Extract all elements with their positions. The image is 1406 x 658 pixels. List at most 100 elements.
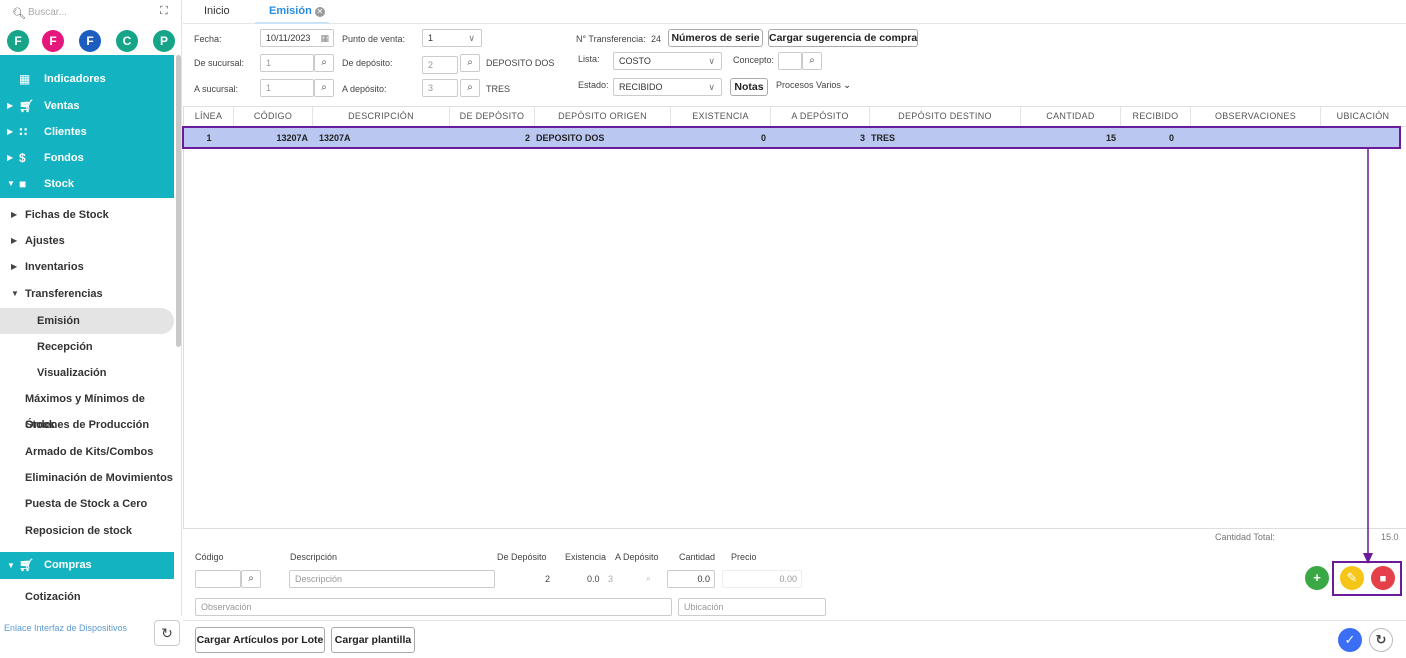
delete-item-button[interactable]: ■ (1371, 566, 1395, 590)
col-de-deposito[interactable]: DE DEPÓSITO (450, 107, 535, 126)
close-tab-icon[interactable]: ✕ (314, 7, 325, 17)
sidebar-item-armado[interactable]: Armado de Kits/Combos (0, 439, 174, 465)
tab-label: Emisión (269, 5, 312, 17)
sidebar-item-label: Stock (44, 178, 74, 190)
caret-right-icon: ▶ (7, 127, 14, 136)
favorite-f3[interactable]: F (79, 30, 101, 52)
search-concepto-button[interactable]: ⌕ (802, 52, 822, 70)
sidebar-item-label: Armado de Kits/Combos (25, 446, 154, 458)
sidebar-item-ordenes[interactable]: Órdenes de Producción (0, 412, 174, 438)
cantidad-total-label: Cantidad Total: (1215, 532, 1275, 542)
entry-codigo-label: Código (195, 552, 224, 562)
a-deposito-input[interactable]: 3 (422, 79, 458, 97)
sidebar-item-label: Transferencias (25, 288, 103, 300)
lista-select[interactable]: COSTO ∨ (613, 52, 722, 70)
search-de-sucursal-button[interactable]: ⌕ (314, 54, 334, 72)
nro-transferencia-value: 24 (651, 34, 662, 44)
sync-icon[interactable]: ↻ (154, 620, 180, 646)
punto-venta-select[interactable]: 1 ∨ (422, 29, 482, 47)
search-a-deposito-icon[interactable]: ⌕ (646, 573, 651, 584)
tab-emision[interactable]: Emisión ✕ (269, 5, 325, 17)
fecha-label: Fecha: (194, 34, 222, 44)
entry-ubicacion-input[interactable]: Ubicación (678, 598, 826, 616)
search-de-deposito-button[interactable]: ⌕ (460, 54, 480, 72)
entry-a-deposito-value[interactable]: 3 (608, 574, 613, 584)
sidebar-item-compras[interactable]: ▼ 🛒︎ Compras (0, 552, 174, 579)
col-ubicacion[interactable]: UBICACIÓN (1321, 107, 1405, 126)
col-linea[interactable]: LÍNEA (184, 107, 234, 126)
sidebar-item-indicadores[interactable]: ▦ Indicadores (0, 66, 174, 92)
concepto-input[interactable] (778, 52, 802, 70)
sidebar-item-ajustes[interactable]: ▶ Ajustes (0, 228, 174, 254)
cargar-lote-button[interactable]: Cargar Artículos por Lote (195, 627, 325, 653)
sidebar-item-transferencias[interactable]: ▼ Transferencias (0, 281, 174, 307)
cargar-plantilla-button[interactable]: Cargar plantilla (331, 627, 415, 653)
refresh-button[interactable]: ↻ (1369, 628, 1393, 652)
search-a-deposito-button[interactable]: ⌕ (460, 79, 480, 97)
device-interface-link[interactable]: Enlace Interfaz de Dispositivos (4, 623, 127, 633)
sidebar-item-puesta[interactable]: Puesta de Stock a Cero (0, 491, 174, 517)
confirm-button[interactable]: ✓ (1338, 628, 1362, 652)
tab-inicio[interactable]: Inicio (204, 5, 230, 17)
entry-codigo-input[interactable] (195, 570, 241, 588)
de-deposito-input[interactable]: 2 (422, 56, 458, 74)
edit-item-button[interactable]: ✎ (1340, 566, 1364, 590)
favorite-p[interactable]: P (153, 30, 175, 52)
estado-select[interactable]: RECIBIDO ∨ (613, 78, 722, 96)
entry-cantidad-input[interactable]: 0.0 (667, 570, 715, 588)
sidebar-item-visualizacion[interactable]: Visualización (0, 360, 174, 386)
users-icon: ∷ (19, 125, 28, 139)
col-descripcion[interactable]: DESCRIPCIÓN (313, 107, 450, 126)
col-recibido[interactable]: RECIBIDO (1121, 107, 1191, 126)
sidebar-item-fichas[interactable]: ▶ Fichas de Stock (0, 202, 174, 228)
col-deposito-origen[interactable]: DEPÓSITO ORIGEN (535, 107, 671, 126)
col-cantidad[interactable]: CANTIDAD (1021, 107, 1121, 126)
sidebar-item-reposicion[interactable]: Reposicion de stock (0, 518, 174, 544)
favorite-c[interactable]: C (116, 30, 138, 52)
entry-precio-label: Precio (731, 552, 757, 562)
fullscreen-icon[interactable]: ⛶ (160, 5, 168, 18)
search-a-sucursal-button[interactable]: ⌕ (314, 79, 334, 97)
a-sucursal-input[interactable]: 1 (260, 79, 314, 97)
sidebar-item-label: Fondos (44, 152, 84, 164)
cargar-sugerencia-button[interactable]: Cargar sugerencia de compra (768, 29, 918, 47)
col-codigo[interactable]: CÓDIGO (234, 107, 313, 126)
favorite-f1[interactable]: F (7, 30, 29, 52)
sidebar-item-maximos[interactable]: Máximos y Mínimos de Stock (0, 386, 174, 431)
sidebar-item-clientes[interactable]: ▶ ∷ Clientes (0, 119, 174, 145)
notas-button[interactable]: Notas (730, 78, 768, 96)
de-sucursal-input[interactable]: 1 (260, 54, 314, 72)
entry-de-deposito-label: De Depósito (497, 552, 547, 562)
sidebar-scrollbar[interactable] (176, 55, 181, 347)
pencil-icon: ✎ (1346, 570, 1358, 585)
sidebar-item-cotizacion[interactable]: Cotización (0, 584, 174, 610)
sidebar-item-ventas[interactable]: ▶ 🛒︎ Ventas (0, 93, 174, 119)
entry-observacion-input[interactable]: Observación (195, 598, 672, 616)
sidebar-item-eliminacion[interactable]: Eliminación de Movimientos (0, 465, 174, 491)
calendar-icon[interactable]: ▦ (320, 30, 329, 46)
col-deposito-destino[interactable]: DEPÓSITO DESTINO (870, 107, 1021, 126)
sidebar-search[interactable]: 🔍︎ Buscar... ⛶ (0, 0, 182, 28)
sidebar-item-label: Fichas de Stock (25, 209, 109, 221)
search-codigo-button[interactable]: ⌕ (241, 570, 261, 588)
numeros-serie-button[interactable]: Números de serie (668, 29, 763, 47)
col-a-deposito[interactable]: A DEPÓSITO (771, 107, 870, 126)
sidebar-item-recepcion[interactable]: Recepción (0, 334, 174, 360)
estado-label: Estado: (578, 80, 609, 90)
col-observaciones[interactable]: OBSERVACIONES (1191, 107, 1321, 126)
entry-cantidad-label: Cantidad (679, 552, 716, 562)
col-existencia[interactable]: EXISTENCIA (671, 107, 771, 126)
favorite-f2[interactable]: F (42, 30, 64, 52)
sidebar-item-label: Cotización (25, 591, 81, 603)
entry-precio-input[interactable]: 0.00 (722, 570, 802, 588)
procesos-varios-menu[interactable]: Procesos Varios ⌄ (776, 80, 851, 91)
sidebar-item-fondos[interactable]: ▶ $ Fondos (0, 145, 174, 171)
search-placeholder[interactable]: Buscar... (28, 7, 67, 18)
fecha-input[interactable]: 10/11/2023 ▦ (260, 29, 334, 47)
sidebar-item-emision[interactable]: Emisión (0, 308, 174, 334)
sidebar-item-inventarios[interactable]: ▶ Inventarios (0, 254, 174, 280)
search-icon: ⌕ (248, 573, 254, 584)
entry-descripcion-input[interactable]: Descripción (289, 570, 495, 588)
sidebar-item-stock[interactable]: ▼ ■ Stock (0, 171, 174, 197)
add-item-button[interactable]: + (1305, 566, 1329, 590)
